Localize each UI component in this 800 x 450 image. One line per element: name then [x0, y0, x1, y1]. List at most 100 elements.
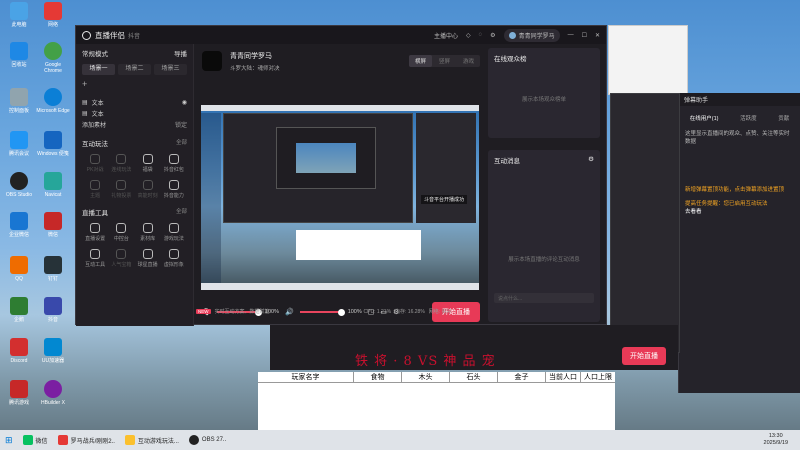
link-icon [116, 154, 127, 164]
taskbar-item[interactable]: OBS 27.. [184, 430, 231, 450]
interact-item[interactable]: PK对战 [82, 154, 108, 173]
center-panel: 青青同学罗马 斗罗大陆：魂师对决 横屏 竖屏 游戏 斗音平台开播成功 🎙 100… [196, 44, 486, 326]
lock-button[interactable]: 锁定 [175, 120, 187, 129]
add-source-button[interactable]: 添加素材 [82, 120, 106, 129]
settings-icon[interactable]: ⚙ [588, 155, 594, 165]
desktop-icon[interactable]: 微信 [36, 212, 70, 238]
taskbar-item[interactable]: 互动游戏玩法... [120, 430, 184, 450]
scene-tab-2[interactable]: 场景二 [118, 64, 151, 75]
mode-selector[interactable]: 常规模式 [82, 48, 108, 58]
bg-start-live-button[interactable]: 开始直播 [622, 347, 666, 365]
desktop-icon[interactable]: 抖音 [36, 297, 70, 323]
streamer-name: 青青同学罗马 [230, 52, 272, 60]
desktop-icon[interactable]: 控制面板 [2, 88, 36, 114]
desktop-icon[interactable]: Discord [2, 338, 36, 364]
interact-item[interactable]: 高能时刻 [135, 180, 161, 199]
assistant-tabs: 在线用户(1) 活跃度 贡献 [679, 114, 800, 122]
tab-contribution[interactable]: 贡献 [778, 114, 789, 122]
col-stone: 石头 [450, 372, 498, 382]
online-audience-panel: 在线观众榜 展示本场观众榜单 [488, 48, 600, 138]
tool-item[interactable]: 虚拟形象 [161, 249, 187, 268]
source-item[interactable]: ▤ 文本 [82, 108, 187, 119]
desktop-icon[interactable]: Navicat [36, 172, 70, 198]
source-item[interactable]: ▤ 文本 ◉ [82, 97, 187, 108]
stream-preview[interactable]: 斗音平台开播成功 [201, 105, 479, 290]
tab-game[interactable]: 游戏 [457, 55, 480, 67]
see-all-link[interactable]: 全部 [176, 207, 187, 217]
desktop-icon[interactable]: HBuilder X [36, 380, 70, 406]
tab-online-users[interactable]: 在线用户(1) [690, 114, 719, 122]
desktop-icon[interactable]: QQ [2, 256, 36, 282]
system-clock[interactable]: 13:30 2025/9/19 [764, 433, 800, 447]
game-icon [168, 223, 179, 233]
chat-input[interactable]: 说点什么... [494, 293, 594, 303]
settings-icon[interactable]: ⚙ [490, 32, 495, 39]
guide-button[interactable]: 导播 [174, 48, 187, 58]
nested-preview [296, 143, 356, 173]
desktop-icon[interactable]: Windows 便笺 [36, 131, 70, 157]
assistant-notice: 新增弹幕置顶功能，点击弹幕添加进置顶 [685, 187, 785, 193]
desktop-icon[interactable]: OBS Studio [2, 172, 36, 198]
see-all-link[interactable]: 全部 [176, 138, 187, 148]
tab-portrait[interactable]: 竖屏 [433, 55, 456, 67]
col-player-name: 玩家名字 [258, 372, 354, 382]
desktop-icon[interactable]: 网络 [36, 2, 70, 28]
tool-item[interactable]: 球星直播 [135, 249, 161, 268]
network-status: 网络: 良好 [428, 309, 452, 315]
go-see-link[interactable]: 去看看 [679, 208, 800, 216]
desktop-icon[interactable]: 企鹅 [2, 297, 36, 323]
tool-item[interactable]: 直播设置 [82, 223, 108, 242]
message-icon[interactable]: ◌ [479, 32, 483, 38]
scene-tab-1[interactable]: 场景一 [82, 64, 115, 75]
maximize-icon[interactable]: ☐ [582, 32, 587, 39]
pk-icon [90, 154, 101, 164]
interact-item[interactable]: 抖音红包 [161, 154, 187, 173]
minimize-icon[interactable]: — [568, 32, 574, 38]
item-label: PK对战 [86, 167, 104, 173]
desktop-icon[interactable]: UU加速器 [36, 338, 70, 364]
item-label: 福袋 [142, 167, 153, 173]
tab-landscape[interactable]: 横屏 [408, 55, 432, 67]
tab-activity[interactable]: 活跃度 [740, 114, 757, 122]
nested-sheet [296, 230, 421, 260]
taskbar-item[interactable]: 罗马战兵/刚刚2.. [53, 430, 120, 450]
interact-item[interactable]: 抖音能力 [161, 180, 187, 199]
col-wood: 木头 [402, 372, 450, 382]
desktop-icon[interactable]: Google Chrome [36, 42, 70, 74]
tool-item[interactable]: 中控台 [108, 223, 134, 242]
interact-item[interactable]: 礼物投票 [108, 180, 134, 199]
add-scene-icon[interactable]: + [82, 79, 187, 97]
eye-icon[interactable]: ◉ [182, 99, 187, 106]
text-source-icon: ▤ [82, 111, 88, 117]
preview-bottom-taskbar [201, 283, 479, 290]
desktop-icon[interactable]: 回收站 [2, 42, 36, 68]
desktop-icon[interactable]: 企业微信 [2, 212, 36, 238]
tool-item[interactable]: 素材库 [135, 223, 161, 242]
desktop-icon[interactable]: 此电脑 [2, 2, 36, 28]
interact-item[interactable]: 福袋 [135, 154, 161, 173]
close-icon[interactable]: ✕ [595, 32, 600, 39]
tool-item[interactable]: 人气宝箱 [108, 249, 134, 268]
app-title: 直播伴侣 [95, 30, 125, 40]
scene-tab-3[interactable]: 场景三 [154, 64, 187, 75]
tool-item[interactable]: 互动工具 [82, 249, 108, 268]
interact-item[interactable]: 连线玩法 [108, 154, 134, 173]
status-tip[interactable]: 实时互动方案、数据赋能 [215, 308, 270, 315]
account-chip[interactable]: 青青同学罗马 [503, 28, 560, 42]
game-title[interactable]: 斗罗大陆：魂师对决 [230, 64, 280, 72]
desktop-icon[interactable]: Microsoft Edge [36, 88, 70, 114]
tools-grid: 直播设置 中控台 素材库 游戏玩法 互动工具 人气宝箱 球星直播 虚拟形象 [82, 223, 187, 268]
start-button[interactable]: ⊞ [0, 430, 18, 450]
panel-empty-text: 展示本场直播的评论互动消息 [508, 257, 580, 263]
title-bar-actions: 主播中心 ◇ ◌ ⚙ 青青同学罗马 — ☐ ✕ [434, 28, 600, 42]
gift-icon[interactable]: ◇ [466, 32, 471, 39]
desktop-icon[interactable]: 腾讯会议 [2, 131, 36, 157]
taskbar-item[interactable]: 微信 [18, 430, 53, 450]
interact-item[interactable]: 主题 [82, 180, 108, 199]
col-population: 当前人口 [546, 372, 581, 382]
desktop-icon[interactable]: 钉钉 [36, 256, 70, 282]
desktop-icon[interactable]: 腾讯游戏 [2, 380, 36, 406]
console-icon [116, 223, 127, 233]
anchor-center-link[interactable]: 主播中心 [434, 31, 458, 40]
tool-item[interactable]: 游戏玩法 [161, 223, 187, 242]
